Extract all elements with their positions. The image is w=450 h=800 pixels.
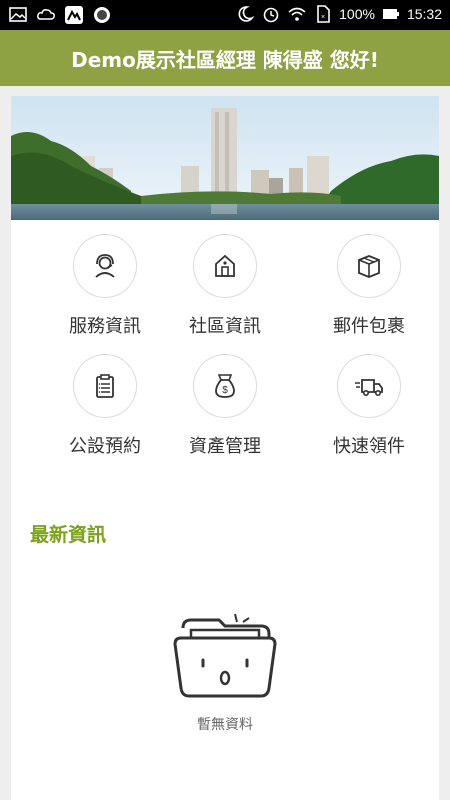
menu-quick-pickup[interactable]: 快速領件	[309, 354, 429, 458]
status-right: × 100% 15:32	[235, 4, 442, 24]
house-icon	[215, 254, 235, 277]
mail-package-label: 郵件包裹	[333, 316, 405, 337]
main-card: 服務資訊 社區資訊 郵件包裹 公設預約 $ 資產管理 快速領件 最新資訊 暫無資…	[11, 96, 439, 800]
menu-service-info[interactable]: 服務資訊	[45, 234, 165, 338]
app-icon	[65, 6, 83, 24]
community-info-icon-circle[interactable]	[193, 234, 257, 298]
service-info-icon-circle[interactable]	[73, 234, 137, 298]
community-info-label: 社區資訊	[189, 316, 261, 337]
mail-package-icon-circle[interactable]	[337, 234, 401, 298]
gallery-icon	[9, 7, 27, 22]
header-title: Demo展示社區經理 陳得盛 您好!	[71, 47, 379, 72]
asset-management-label: 資產管理	[189, 436, 261, 457]
quick-pickup-icon-circle[interactable]	[337, 354, 401, 418]
alarm-icon	[263, 7, 279, 23]
app-header: Demo展示社區經理 陳得盛 您好!	[0, 30, 450, 86]
menu-facility-booking[interactable]: 公設預約	[45, 354, 165, 458]
quick-pickup-label: 快速領件	[333, 436, 405, 457]
asset-management-icon-circle[interactable]: $	[193, 354, 257, 418]
battery-icon	[382, 9, 399, 19]
menu-community-info[interactable]: 社區資訊	[165, 234, 285, 338]
delivery-truck-icon	[355, 379, 383, 396]
city-lake-scene	[11, 96, 439, 220]
menu-asset-management[interactable]: $ 資產管理	[165, 354, 285, 458]
empty-state-text: 暫無資料	[197, 717, 253, 733]
status-left-icons	[8, 5, 112, 25]
svg-text:$: $	[222, 385, 228, 396]
menu-mail-package[interactable]: 郵件包裹	[309, 234, 429, 338]
headset-user-icon	[95, 254, 115, 278]
empty-folder-icon	[173, 613, 277, 698]
status-bar: × 100% 15:32	[0, 0, 450, 30]
record-icon	[94, 7, 110, 23]
facility-booking-icon-circle[interactable]	[73, 354, 137, 418]
cloud-icon	[37, 9, 55, 20]
facility-booking-label: 公設預約	[69, 436, 141, 457]
clipboard-icon	[96, 374, 114, 398]
money-bag-icon: $	[215, 374, 235, 398]
package-icon	[358, 255, 380, 278]
battery-percent: 100%	[339, 6, 375, 22]
latest-news-title: 最新資訊	[30, 524, 107, 546]
moon-icon	[238, 6, 255, 22]
sim-icon: ×	[317, 5, 330, 23]
wifi-icon	[288, 7, 306, 21]
service-info-label: 服務資訊	[69, 316, 141, 337]
empty-state: 暫無資料	[11, 608, 439, 734]
svg-text:×: ×	[321, 14, 325, 21]
clock: 15:32	[406, 6, 442, 22]
banner-image	[11, 96, 439, 220]
